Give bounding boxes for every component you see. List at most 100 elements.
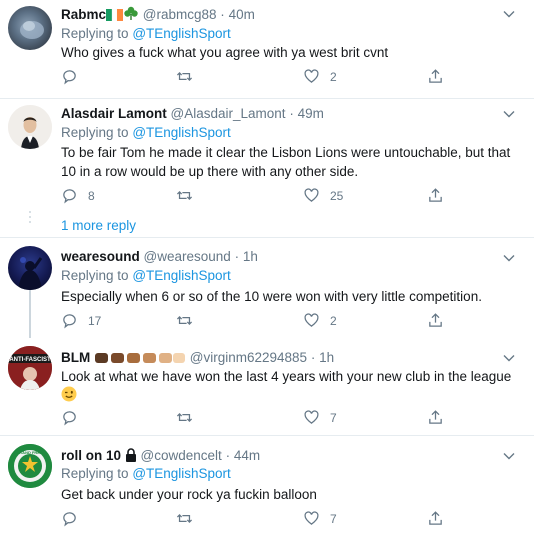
share-button[interactable] [427, 312, 444, 329]
like-icon [304, 188, 319, 202]
tweet-text: Look at what we have won the last 4 year… [61, 367, 523, 407]
tweet-header: roll on 10 @cowdencelt · 44m [61, 447, 260, 467]
handle[interactable]: @wearesound [144, 249, 231, 264]
timestamp[interactable]: 1h [319, 350, 334, 365]
tweet-header: Rabmc @rabmcg88 · 40m [61, 5, 255, 26]
tweet[interactable]: wearesound @wearesound · 1h Replying to … [0, 238, 534, 338]
replying-to: Replying to @TEnglishSport [61, 268, 231, 283]
share-button[interactable] [427, 409, 444, 426]
tweet-header: BLM @virginm62294885 · 1h [61, 349, 334, 369]
display-name[interactable]: Alasdair Lamont [61, 106, 167, 121]
mention-link[interactable]: @TEnglishSport [132, 125, 231, 140]
handle[interactable]: @Alasdair_Lamont [171, 106, 286, 121]
share-button[interactable] [427, 187, 444, 204]
retweet-icon [176, 316, 193, 325]
chevron-down-icon[interactable] [502, 107, 516, 121]
tweet-header: Alasdair Lamont @Alasdair_Lamont · 49m [61, 106, 324, 121]
svg-text:ANTI-FASCIST: ANTI-FASCIST [9, 357, 51, 363]
replying-to: Replying to @TEnglishSport [61, 26, 231, 41]
tweet[interactable]: ANTI-FASCIST BLM @virginm62294885 · 1h L… [0, 338, 534, 436]
svg-text:STAND FREE: STAND FREE [17, 450, 43, 455]
share-button[interactable] [427, 68, 444, 85]
tweet[interactable]: Rabmc @rabmcg88 · 40m Replying to @TEngl… [0, 0, 534, 99]
retweet-button[interactable] [176, 187, 203, 204]
tweet-text: Get back under your rock ya fuckin ballo… [61, 487, 317, 502]
chevron-down-icon[interactable] [502, 251, 516, 265]
tweet[interactable]: Alasdair Lamont @Alasdair_Lamont · 49m R… [0, 99, 534, 238]
reply-icon [63, 70, 76, 85]
avatar[interactable]: STAND FREE [8, 444, 52, 488]
display-name[interactable]: BLM [61, 350, 90, 365]
chevron-down-icon[interactable] [502, 7, 516, 21]
tweet[interactable]: STAND FREE roll on 10 @cowdencelt · 44m … [0, 436, 534, 534]
ireland-flag-icon [106, 8, 124, 26]
reply-icon [63, 411, 76, 426]
shamrock-icon [123, 5, 139, 26]
like-icon [304, 511, 319, 525]
chevron-down-icon[interactable] [502, 351, 516, 365]
retweet-button[interactable] [176, 510, 203, 527]
replying-to: Replying to @TEnglishSport [61, 466, 231, 481]
timestamp[interactable]: 44m [234, 448, 260, 463]
mention-link[interactable]: @TEnglishSport [132, 466, 231, 481]
retweet-icon [176, 191, 193, 200]
mention-link[interactable]: @TEnglishSport [132, 268, 231, 283]
like-button[interactable]: 2 [303, 312, 337, 329]
like-icon [304, 69, 319, 83]
avatar[interactable] [8, 246, 52, 290]
reply-button[interactable] [61, 510, 88, 527]
avatar[interactable] [8, 105, 52, 149]
timestamp[interactable]: 1h [243, 249, 258, 264]
share-icon [429, 188, 442, 202]
show-more-replies-link[interactable]: 1 more reply [61, 218, 136, 233]
winking-face-icon [61, 386, 77, 407]
share-icon [429, 69, 442, 83]
reply-button[interactable]: 17 [61, 312, 101, 329]
tweet-actions: 7 [61, 409, 461, 427]
reply-icon [63, 189, 76, 204]
timestamp[interactable]: 49m [298, 106, 324, 121]
share-icon [429, 313, 442, 327]
retweet-icon [176, 72, 193, 81]
display-name[interactable]: Rabmc [61, 7, 106, 22]
retweet-icon [176, 413, 193, 422]
handle[interactable]: @rabmcg88 [143, 7, 217, 22]
retweet-button[interactable] [176, 68, 203, 85]
reply-button[interactable] [61, 68, 88, 85]
thread-line [29, 290, 31, 338]
tweet-actions: 2 [61, 68, 461, 86]
tweet-text: Who gives a fuck what you agree with ya … [61, 45, 389, 60]
reply-button[interactable]: 8 [61, 187, 95, 204]
timestamp[interactable]: 40m [229, 7, 255, 22]
like-button[interactable]: 7 [303, 409, 337, 426]
display-name[interactable]: wearesound [61, 249, 140, 264]
avatar[interactable]: ANTI-FASCIST [8, 346, 52, 390]
share-icon [429, 511, 442, 525]
tweet-actions: 7 [61, 510, 461, 528]
chevron-down-icon[interactable] [502, 449, 516, 463]
reply-button[interactable] [61, 409, 88, 426]
handle[interactable]: @cowdencelt [141, 448, 222, 463]
replying-to: Replying to @TEnglishSport [61, 125, 231, 140]
retweet-button[interactable] [176, 409, 203, 426]
mention-link[interactable]: @TEnglishSport [132, 26, 231, 41]
like-button[interactable]: 7 [303, 510, 337, 527]
tweet-text: Especially when 6 or so of the 10 were w… [61, 289, 482, 304]
handle[interactable]: @virginm62294885 [190, 350, 307, 365]
thread-connector [29, 211, 31, 226]
share-icon [429, 410, 442, 424]
like-icon [304, 313, 319, 327]
display-name[interactable]: roll on 10 [61, 448, 121, 463]
tweet-text: To be fair Tom he made it clear the Lisb… [61, 145, 511, 179]
reply-icon [63, 314, 76, 329]
tweet-actions: 17 2 [61, 312, 461, 330]
share-button[interactable] [427, 510, 444, 527]
like-button[interactable]: 2 [303, 68, 337, 85]
avatar[interactable] [8, 6, 52, 50]
tweet-header: wearesound @wearesound · 1h [61, 249, 258, 264]
retweet-button[interactable] [176, 312, 203, 329]
tweet-actions: 8 25 [61, 187, 461, 205]
like-button[interactable]: 25 [303, 187, 343, 204]
reply-icon [63, 512, 76, 527]
retweet-icon [176, 514, 193, 523]
